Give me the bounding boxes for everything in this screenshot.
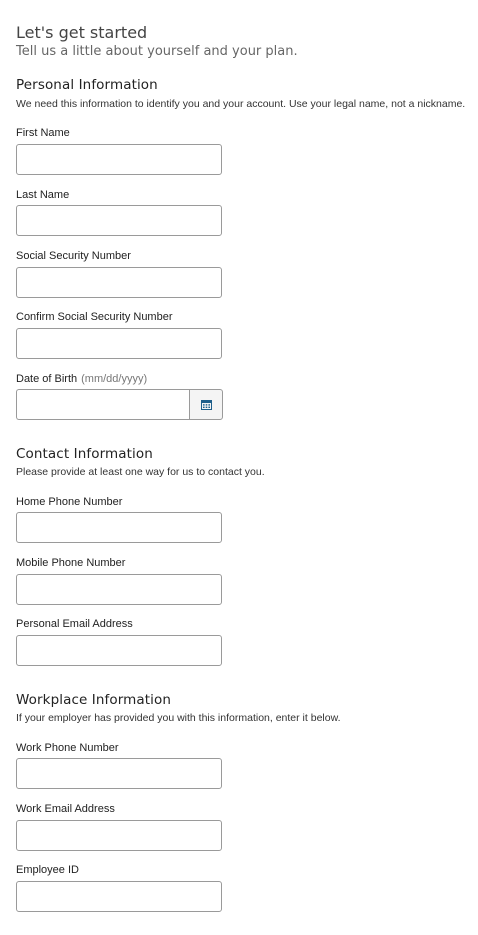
- contact-section-title: Contact Information: [16, 446, 153, 462]
- employee-id-label: Employee ID: [16, 864, 79, 876]
- dob-format-hint: (mm/dd/yyyy): [81, 373, 148, 385]
- work-email-field[interactable]: [16, 820, 222, 851]
- work-phone-field[interactable]: [16, 758, 222, 789]
- work-phone-label: Work Phone Number: [16, 742, 119, 754]
- home-phone-label: Home Phone Number: [16, 496, 123, 508]
- home-phone-field[interactable]: [16, 512, 222, 543]
- calendar-icon: [200, 399, 212, 410]
- contact-section-description: Please provide at least one way for us t…: [16, 466, 265, 478]
- last-name-field[interactable]: [16, 205, 222, 236]
- dob-label: Date of Birth (mm/dd/yyyy): [16, 373, 147, 385]
- work-email-label: Work Email Address: [16, 803, 115, 815]
- workplace-section-description: If your employer has provided you with t…: [16, 712, 341, 724]
- personal-section-description: We need this information to identify you…: [16, 98, 466, 110]
- calendar-button[interactable]: [189, 389, 223, 420]
- ssn-label: Social Security Number: [16, 250, 131, 262]
- page-title: Let's get started: [16, 23, 148, 42]
- workplace-section-title: Workplace Information: [16, 692, 172, 708]
- confirm-ssn-label: Confirm Social Security Number: [16, 311, 173, 323]
- first-name-field[interactable]: [16, 144, 222, 175]
- ssn-field[interactable]: [16, 267, 222, 298]
- mobile-phone-label: Mobile Phone Number: [16, 557, 126, 569]
- dob-label-text: Date of Birth: [16, 373, 78, 385]
- page-subtitle: Tell us a little about yourself and your…: [16, 44, 298, 59]
- personal-email-field[interactable]: [16, 635, 222, 666]
- dob-field[interactable]: [16, 389, 189, 420]
- mobile-phone-field[interactable]: [16, 574, 222, 605]
- employee-id-field[interactable]: [16, 881, 222, 912]
- last-name-label: Last Name: [16, 189, 70, 201]
- dob-picker: [16, 389, 223, 420]
- first-name-label: First Name: [16, 127, 70, 139]
- personal-section-title: Personal Information: [16, 77, 158, 93]
- personal-email-label: Personal Email Address: [16, 618, 133, 630]
- confirm-ssn-field[interactable]: [16, 328, 222, 359]
